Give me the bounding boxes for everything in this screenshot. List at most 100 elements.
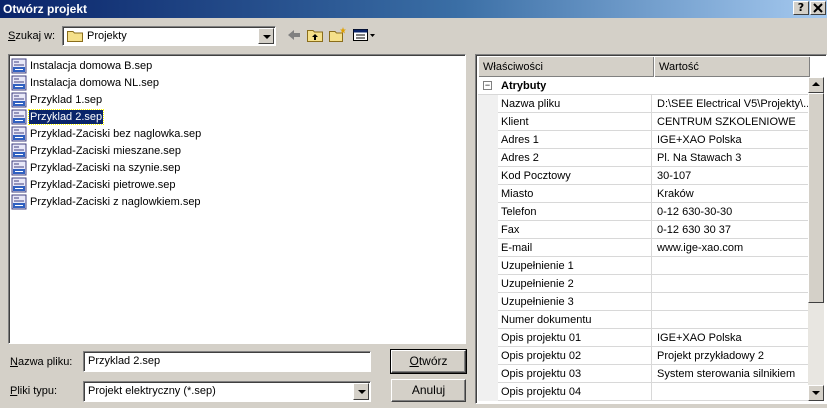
row-gutter <box>478 239 498 257</box>
property-value[interactable]: 0-12 630-30-30 <box>654 203 810 221</box>
filetype-combo[interactable]: Projekt elektryczny (*.sep) <box>83 381 371 402</box>
view-menu-icon <box>353 29 375 41</box>
property-name: Kod Pocztowy <box>498 167 652 185</box>
back-arrow-icon <box>288 30 300 40</box>
properties-grid[interactable]: Właściwości Wartość − Atrybuty Nazwa pli… <box>475 54 827 404</box>
file-item[interactable]: Przyklad-Zaciski bez naglowka.sep <box>11 125 202 142</box>
property-name: Opis projektu 01 <box>498 329 652 347</box>
property-row[interactable]: Opis projektu 02 Projekt przykładowy 2 <box>478 347 810 365</box>
scroll-down-button[interactable] <box>808 385 824 401</box>
close-button[interactable] <box>810 1 826 15</box>
file-item[interactable]: Przyklad 2.sep <box>11 108 105 125</box>
property-row[interactable]: Fax 0-12 630 30 37 <box>478 221 810 239</box>
property-value[interactable]: Projekt przykładowy 2 <box>654 347 810 365</box>
property-row[interactable]: Numer dokumentu <box>478 311 810 329</box>
property-value[interactable] <box>654 383 810 401</box>
row-gutter <box>478 311 498 329</box>
property-value[interactable]: System sterowania silnikiem <box>654 365 810 383</box>
scroll-up-button[interactable] <box>808 77 824 93</box>
row-gutter <box>478 149 498 167</box>
look-in-dropdown-arrow[interactable] <box>258 28 274 44</box>
property-row[interactable]: Telefon 0-12 630-30-30 <box>478 203 810 221</box>
look-in-value: Projekty <box>87 30 127 42</box>
open-button[interactable]: Otwórz <box>390 349 467 374</box>
property-name: Fax <box>498 221 652 239</box>
look-in-combo[interactable]: Projekty <box>62 26 276 46</box>
sep-file-icon <box>11 92 27 107</box>
property-value[interactable]: D:\SEE Electrical V5\Projekty\... <box>654 95 810 113</box>
property-value[interactable] <box>654 257 810 275</box>
property-row[interactable]: Opis projektu 01 IGE+XAO Polska <box>478 329 810 347</box>
property-name: Klient <box>498 113 652 131</box>
row-gutter <box>478 347 498 365</box>
file-name: Przyklad 1.sep <box>30 93 103 106</box>
up-folder-button[interactable] <box>305 26 325 44</box>
file-item[interactable]: Przyklad-Zaciski pietrowe.sep <box>11 176 177 193</box>
group-label: Atrybuty <box>501 80 547 92</box>
column-header-property[interactable]: Właściwości <box>478 57 654 77</box>
file-item[interactable]: Przyklad-Zaciski mieszane.sep <box>11 142 182 159</box>
property-row[interactable]: Adres 1 IGE+XAO Polska <box>478 131 810 149</box>
file-name: Przyklad-Zaciski bez naglowka.sep <box>30 127 202 140</box>
file-name: Przyklad 2.sep <box>27 108 105 125</box>
row-gutter <box>478 275 498 293</box>
new-folder-button[interactable] <box>327 26 347 44</box>
property-row[interactable]: Nazwa pliku D:\SEE Electrical V5\Projekty… <box>478 95 810 113</box>
group-row-attributes[interactable]: − Atrybuty <box>478 77 810 95</box>
scroll-down-icon <box>812 391 820 395</box>
property-value[interactable] <box>654 275 810 293</box>
help-button[interactable]: ? <box>793 1 809 15</box>
property-value[interactable] <box>654 311 810 329</box>
title-bar: Otwórz projekt <box>0 0 827 18</box>
property-name: Numer dokumentu <box>498 311 652 329</box>
cancel-button[interactable]: Anuluj <box>391 379 466 402</box>
property-value[interactable]: IGE+XAO Polska <box>654 329 810 347</box>
property-value[interactable]: IGE+XAO Polska <box>654 131 810 149</box>
property-row[interactable]: Miasto Kraków <box>478 185 810 203</box>
property-value[interactable]: 0-12 630 30 37 <box>654 221 810 239</box>
property-value[interactable]: Kraków <box>654 185 810 203</box>
property-value[interactable]: CENTRUM SZKOLENIOWE <box>654 113 810 131</box>
view-menu-button[interactable] <box>351 26 377 44</box>
row-gutter <box>478 167 498 185</box>
scroll-up-icon <box>812 82 820 86</box>
file-item[interactable]: Przyklad 1.sep <box>11 91 103 108</box>
row-gutter <box>478 221 498 239</box>
file-item[interactable]: Instalacja domowa NL.sep <box>11 74 160 91</box>
property-value[interactable]: Pl. Na Stawach 3 <box>654 149 810 167</box>
filename-input[interactable]: Przyklad 2.sep <box>83 351 371 372</box>
filetype-dropdown-arrow[interactable] <box>353 383 369 400</box>
row-gutter <box>478 203 498 221</box>
sep-file-icon <box>11 160 27 175</box>
collapse-icon[interactable]: − <box>483 81 492 90</box>
property-name: Opis projektu 04 <box>498 383 652 401</box>
property-row[interactable]: E-mail www.ige-xao.com <box>478 239 810 257</box>
back-button[interactable] <box>284 26 304 44</box>
property-value[interactable] <box>654 293 810 311</box>
property-value[interactable]: www.ige-xao.com <box>654 239 810 257</box>
property-name: Adres 1 <box>498 131 652 149</box>
file-item[interactable]: Instalacja domowa B.sep <box>11 57 153 74</box>
file-name: Instalacja domowa B.sep <box>30 59 153 72</box>
file-item[interactable]: Przyklad-Zaciski na szynie.sep <box>11 159 181 176</box>
property-name: Miasto <box>498 185 652 203</box>
sep-file-icon <box>11 75 27 90</box>
file-item[interactable]: Przyklad-Zaciski z naglowkiem.sep <box>11 193 202 210</box>
property-row[interactable]: Uzupełnienie 2 <box>478 275 810 293</box>
property-row[interactable]: Klient CENTRUM SZKOLENIOWE <box>478 113 810 131</box>
scroll-thumb[interactable] <box>808 93 824 303</box>
column-header-value[interactable]: Wartość <box>654 57 810 77</box>
up-folder-icon <box>307 30 323 42</box>
property-row[interactable]: Uzupełnienie 3 <box>478 293 810 311</box>
property-name: Opis projektu 02 <box>498 347 652 365</box>
row-gutter <box>478 131 498 149</box>
property-row[interactable]: Kod Pocztowy 30-107 <box>478 167 810 185</box>
properties-scrollbar[interactable] <box>808 77 824 401</box>
property-row[interactable]: Opis projektu 03 System sterowania silnik… <box>478 365 810 383</box>
property-row[interactable]: Opis projektu 04 <box>478 383 810 401</box>
property-row[interactable]: Adres 2 Pl. Na Stawach 3 <box>478 149 810 167</box>
file-list[interactable]: Instalacja domowa B.sep Instalacja domowa… <box>8 54 466 344</box>
folder-icon <box>67 31 83 42</box>
property-row[interactable]: Uzupełnienie 1 <box>478 257 810 275</box>
property-value[interactable]: 30-107 <box>654 167 810 185</box>
